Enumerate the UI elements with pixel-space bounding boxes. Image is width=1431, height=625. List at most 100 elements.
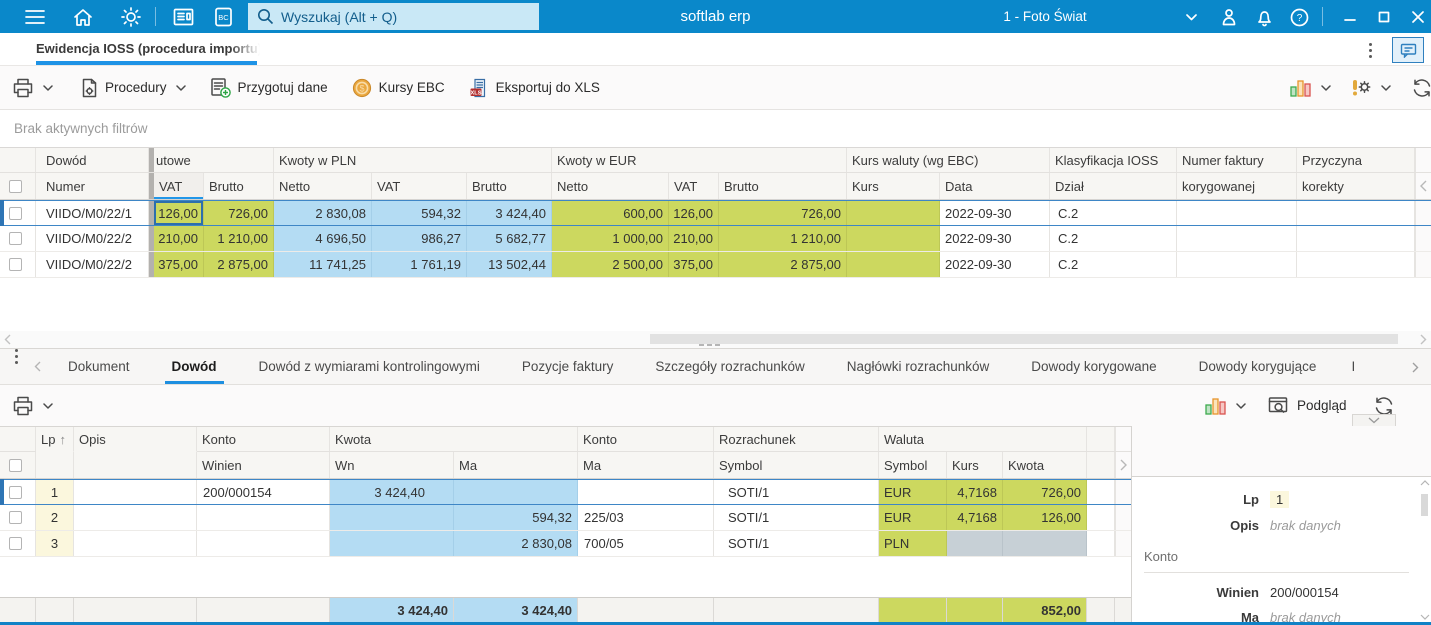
col-waluta-symbol[interactable]: Symbol [879,452,947,478]
select-all-checkbox[interactable] [9,458,22,472]
cell-konto-ma[interactable]: 700/05 [578,531,714,556]
col-group-klasyfikacja[interactable]: Klasyfikacja IOSS [1050,148,1177,172]
scrollbar-thumb[interactable] [1421,494,1428,516]
cell-vat-eur[interactable]: 210,00 [669,226,719,251]
scroll-left-icon[interactable] [4,334,11,345]
cell-brutto-eur[interactable]: 1 210,00 [719,226,847,251]
col-wn[interactable]: Wn [330,452,454,478]
cell-brutto-walutowe[interactable]: 726,00 [204,201,274,225]
cell-kurs[interactable] [847,201,940,225]
cell-opis[interactable] [74,505,197,530]
cell-vat-walutowe[interactable]: 126,00 [154,201,204,225]
select-all-checkbox[interactable] [9,179,22,193]
cell-konto-ma[interactable] [578,480,714,504]
scroll-down-icon[interactable] [1420,614,1430,620]
cell-konto-winien[interactable] [197,531,330,556]
col-winien[interactable]: Winien [197,452,330,478]
col-vat-walutowe[interactable]: VAT [154,173,204,199]
cell-konto-ma[interactable]: 225/03 [578,505,714,530]
col-ma[interactable]: Ma [454,452,578,478]
col-kurs[interactable]: Kurs [947,452,1003,478]
cell-opis[interactable] [74,531,197,556]
ecb-rates-button[interactable]: $ Kursy EBC [352,78,445,98]
opis-value[interactable]: brak danych [1270,518,1341,533]
row-checkbox[interactable] [9,232,22,245]
cell-lp[interactable]: 3 [36,531,74,556]
cell-kwota[interactable] [1003,531,1087,556]
cell-wn[interactable] [330,505,454,530]
cell-rozrachunek[interactable]: SOTI/1 [714,505,879,530]
cell-numer[interactable]: VIIDO/M0/22/2 [36,226,149,251]
cell-kurs[interactable] [847,226,940,251]
table-row[interactable]: VIIDO/M0/22/1 126,00 726,00 2 830,08 594… [0,200,1431,226]
horizontal-scrollbar[interactable] [0,331,1431,348]
news-document-icon[interactable] [170,4,196,30]
cell-data[interactable]: 2022-09-30 [940,252,1050,277]
col-group-numer-faktury[interactable]: Numer faktury [1177,148,1297,172]
cell-przyczyna[interactable] [1297,252,1415,277]
col-data[interactable]: Data [940,173,1050,199]
cell-vat-pln[interactable]: 1 761,19 [372,252,467,277]
maximize-button[interactable] [1371,4,1397,30]
refresh-button[interactable] [1411,78,1431,98]
cell-numer-faktury[interactable] [1177,226,1297,251]
cell-konto-winien[interactable] [197,505,330,530]
cell-lp[interactable]: 1 [36,480,74,504]
cell-przyczyna[interactable] [1177,252,1297,277]
cell-netto-eur[interactable]: 600,00 [552,201,669,225]
row-checkbox[interactable] [9,206,22,220]
company-selector[interactable]: 1 - Foto Świat [960,0,1130,33]
col-vat-eur[interactable]: VAT [669,173,719,199]
row-checkbox[interactable] [9,511,22,524]
tab-dowod[interactable]: Dowód [151,349,238,384]
cell-przyczyna[interactable] [1297,201,1415,225]
cell-wn[interactable]: 3 424,40 [330,480,454,504]
cell-netto-pln[interactable]: 4 696,50 [274,226,372,251]
cell-rozrachunek[interactable]: SOTI/1 [714,531,879,556]
cell-vat-pln[interactable]: 594,32 [372,201,467,225]
cell-netto-eur[interactable]: 1 000,00 [552,226,669,251]
col-korygowanej[interactable]: korygowanej [1177,173,1297,199]
cell-opis[interactable] [74,480,197,504]
cell-wn[interactable] [330,531,454,556]
col-netto-pln[interactable]: Netto [274,173,372,199]
cell-konto-winien[interactable]: 200/000154 [197,480,330,504]
close-button[interactable] [1405,4,1431,30]
cell-kwota[interactable]: 726,00 [1003,480,1087,504]
cell-ma[interactable]: 2 830,08 [454,531,578,556]
col-group-walutowe[interactable]: utowe [154,148,274,172]
cell-dzial[interactable]: C.2 [1050,226,1177,251]
diagnostics-button[interactable] [1349,78,1391,98]
tab-dowod-wymiary[interactable]: Dowód z wymiarami kontrolingowymi [238,349,501,384]
scroll-up-icon[interactable] [1420,480,1430,486]
col-group-konto-wn[interactable]: Konto [197,427,330,451]
cell-data[interactable]: 2022-09-30 [940,226,1050,251]
cell-netto-pln[interactable]: 2 830,08 [274,201,372,225]
row-checkbox[interactable] [9,537,22,550]
tab-pozycje-faktury[interactable]: Pozycje faktury [501,349,635,384]
cell-vat-pln[interactable]: 986,27 [372,226,467,251]
cell-kwota[interactable]: 126,00 [1003,505,1087,530]
tab-szczegoly-rozrachunkow[interactable]: Szczegóły rozrachunków [634,349,825,384]
col-group-dowod[interactable]: Dowód [36,148,149,172]
col-kwota[interactable]: Kwota [1003,452,1087,478]
cell-brutto-eur[interactable]: 726,00 [719,201,847,225]
cell-ma[interactable] [454,480,578,504]
minimize-button[interactable] [1337,4,1363,30]
cell-vat-eur[interactable]: 126,00 [669,201,719,225]
cell-waluta-symbol[interactable]: PLN [879,531,947,556]
scroll-right-icon[interactable] [1120,459,1127,471]
winien-value[interactable]: 200/000154 [1270,585,1339,600]
cell-numer[interactable]: VIIDO/M0/22/2 [36,252,149,277]
menu-hamburger-icon[interactable] [22,4,48,30]
cell-rozrachunek[interactable]: SOTI/1 [714,480,879,504]
bc-book-icon[interactable]: BC [210,4,236,30]
chart-view-button[interactable] [1205,397,1246,415]
idea-bulb-icon[interactable] [118,4,144,30]
cell-brutto-walutowe[interactable]: 1 210,00 [204,226,274,251]
export-xls-button[interactable]: XLS Eksportuj do XLS [469,78,600,98]
cell-waluta-symbol[interactable]: EUR [879,505,947,530]
prepare-data-button[interactable]: Przygotuj dane [210,77,328,98]
cell-brutto-pln[interactable]: 13 502,44 [467,252,552,277]
cell-netto-eur[interactable]: 2 500,00 [552,252,669,277]
